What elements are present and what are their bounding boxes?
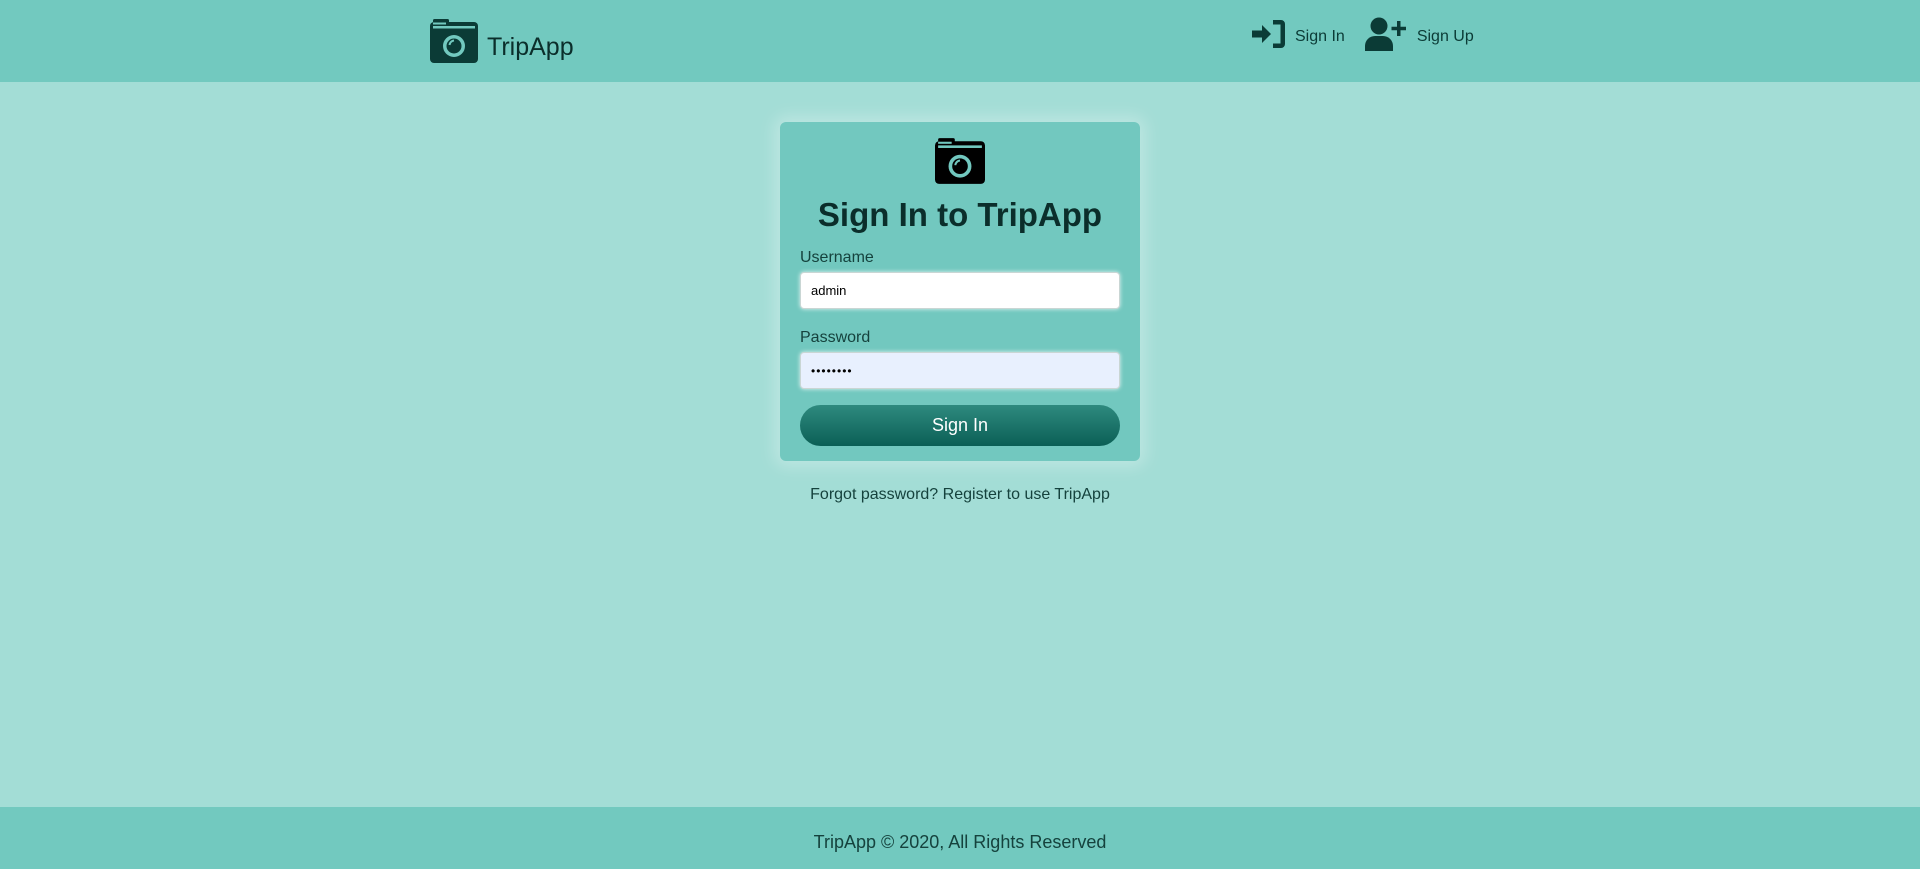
nav-sign-up-link[interactable]: Sign Up	[1364, 17, 1474, 51]
sign-in-button[interactable]: Sign In	[800, 405, 1120, 446]
camera-icon	[935, 138, 985, 184]
navbar: TripApp Sign In Sign Up	[0, 0, 1920, 82]
register-link[interactable]: Register to use TripApp	[943, 486, 1110, 503]
username-input[interactable]	[800, 272, 1120, 309]
login-title: Sign In to TripApp	[817, 196, 1103, 233]
brand-logo-link[interactable]: TripApp	[430, 18, 574, 64]
password-label: Password	[800, 329, 871, 346]
user-plus-icon	[1364, 17, 1406, 51]
username-label: Username	[800, 249, 874, 266]
help-links: Forgot password? Register to use TripApp	[780, 486, 1140, 504]
sign-in-icon	[1252, 20, 1285, 48]
nav-sign-in-link[interactable]: Sign In	[1252, 20, 1345, 48]
footer: TripApp © 2020, All Rights Reserved	[0, 807, 1920, 869]
nav-links: Sign In Sign Up	[1252, 16, 1474, 52]
nav-sign-in-label: Sign In	[1295, 28, 1345, 45]
login-card: Sign In to TripApp Username Password Sig…	[780, 122, 1140, 461]
forgot-password-link[interactable]: Forgot password?	[810, 486, 938, 503]
camera-icon	[430, 19, 478, 63]
brand-name: TripApp	[487, 32, 574, 61]
nav-sign-up-label: Sign Up	[1416, 28, 1474, 45]
footer-copyright: TripApp © 2020, All Rights Reserved	[813, 832, 1107, 852]
password-input[interactable]	[800, 352, 1120, 389]
